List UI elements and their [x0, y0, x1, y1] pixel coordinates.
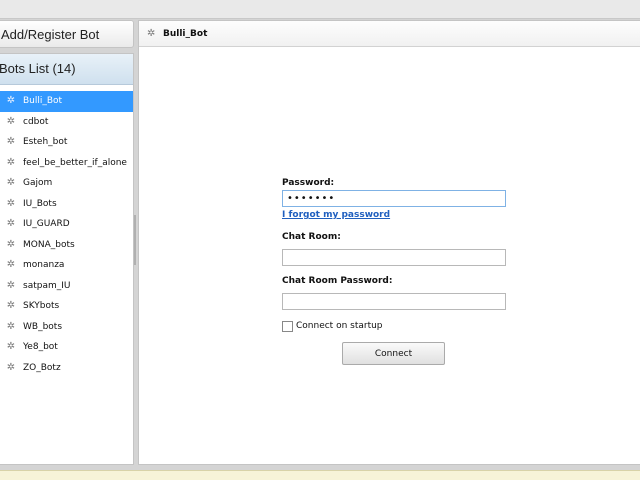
panel-splitter-handle[interactable] [134, 215, 136, 265]
connect-button[interactable]: Connect [342, 342, 445, 365]
chat-room-input[interactable] [282, 249, 506, 266]
bot-item-bulli-bot[interactable]: ✲ Bulli_Bot [0, 91, 133, 112]
bot-label: monanza [23, 260, 65, 271]
bot-label: satpam_IU [23, 280, 71, 291]
bot-label: feel_be_better_if_alone [23, 157, 127, 168]
bot-icon: ✲ [6, 177, 16, 189]
password-value: ••••••• [287, 193, 336, 204]
chat-room-password-label: Chat Room Password: [282, 276, 393, 286]
bot-detail-panel: ✲ Bulli_Bot Password: ••••••• I forgot m… [138, 20, 640, 465]
bot-item-skybots[interactable]: ✲ SKYbots [0, 296, 133, 317]
connect-on-startup-checkbox[interactable] [282, 320, 293, 332]
status-bar [0, 470, 640, 480]
password-input[interactable]: ••••••• [282, 190, 506, 207]
bot-label: cdbot [23, 116, 49, 127]
bot-item-monanza[interactable]: ✲ monanza [0, 255, 133, 276]
bot-icon: ✲ [6, 218, 16, 230]
bot-item-wb-bots[interactable]: ✲ WB_bots [0, 317, 133, 338]
bot-icon: ✲ [6, 300, 16, 312]
bot-label: IU_GUARD [23, 219, 70, 230]
bot-icon: ✲ [6, 361, 16, 373]
bot-item-zo-botz[interactable]: ✲ ZO_Botz [0, 358, 133, 379]
bot-icon: ✲ [6, 320, 16, 332]
login-form: Password: ••••••• I forgot my password C… [282, 178, 506, 365]
bot-icon: ✲ [6, 136, 16, 148]
bot-icon: ✲ [6, 259, 16, 271]
bot-tab-header: ✲ Bulli_Bot [139, 21, 640, 47]
bots-list: ✲ Bulli_Bot ✲ cdbot ✲ Esteh_bot ✲ feel_be_be… [0, 91, 133, 378]
bot-label: Gajom [23, 178, 53, 189]
window-top-strip [0, 0, 640, 19]
bots-list-header[interactable]: Bots List (14) [0, 54, 133, 85]
bot-icon: ✲ [6, 197, 16, 209]
bot-label: WB_bots [23, 321, 63, 332]
bot-label: SKYbots [23, 301, 60, 312]
connect-on-startup-row[interactable]: Connect on startup [282, 320, 506, 332]
bot-tab-title: Bulli_Bot [163, 28, 208, 39]
password-label: Password: [282, 178, 335, 188]
bot-item-satpam-iu[interactable]: ✲ satpam_IU [0, 276, 133, 297]
bot-item-ye8-bot[interactable]: ✲ Ye8_bot [0, 337, 133, 358]
bot-item-mona-bots[interactable]: ✲ MONA_bots [0, 235, 133, 256]
bot-item-feel-be-better-if-alone[interactable]: ✲ feel_be_better_if_alone [0, 153, 133, 174]
chat-room-password-input[interactable] [282, 293, 506, 310]
bot-icon: ✲ [6, 279, 16, 291]
bot-item-gajom[interactable]: ✲ Gajom [0, 173, 133, 194]
bot-icon: ✲ [6, 115, 16, 127]
forgot-password-link[interactable]: I forgot my password [282, 210, 506, 222]
bot-item-iu-guard[interactable]: ✲ IU_GUARD [0, 214, 133, 235]
bot-label: IU_Bots [23, 198, 57, 209]
bot-label: MONA_bots [23, 239, 75, 250]
bot-item-esteh-bot[interactable]: ✲ Esteh_bot [0, 132, 133, 153]
bot-icon: ✲ [6, 95, 16, 107]
bot-item-cdbot[interactable]: ✲ cdbot [0, 112, 133, 133]
bot-icon: ✲ [6, 156, 16, 168]
bot-icon: ✲ [6, 341, 16, 353]
bot-label: Ye8_bot [23, 342, 58, 353]
bots-list-panel: Bots List (14) ✲ Bulli_Bot ✲ cdbot ✲ Esteh_… [0, 53, 134, 465]
bot-label: Bulli_Bot [23, 96, 63, 107]
chat-room-label: Chat Room: [282, 232, 341, 242]
bot-label: Esteh_bot [23, 137, 68, 148]
bot-label: ZO_Botz [23, 362, 61, 373]
bot-item-iu-bots[interactable]: ✲ IU_Bots [0, 194, 133, 215]
bot-icon: ✲ [6, 238, 16, 250]
add-register-bot-button[interactable]: Add/Register Bot [0, 20, 134, 48]
connect-on-startup-label: Connect on startup [296, 321, 383, 331]
bot-icon: ✲ [147, 27, 156, 39]
